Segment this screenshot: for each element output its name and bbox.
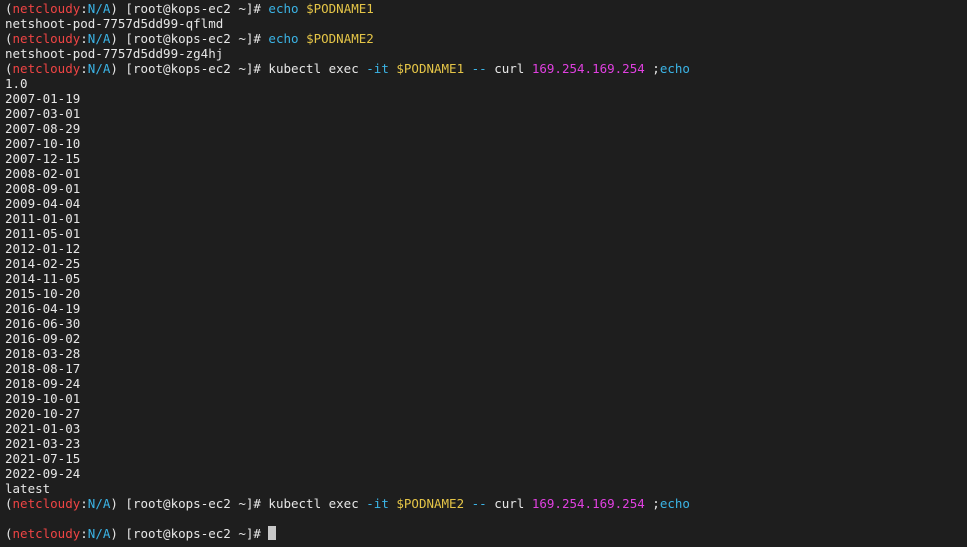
output-line: 2021-01-03	[5, 421, 81, 436]
text-cursor	[268, 526, 277, 540]
output-line: 2008-02-01	[5, 166, 81, 181]
prompt-line: (netcloudy:N/A) [root@kops-ec2 ~]# echo …	[5, 1, 962, 16]
command-token: 169.254.169.254	[531, 496, 645, 511]
command-token: echo	[659, 496, 690, 511]
prompt-line: (netcloudy:N/A) [root@kops-ec2 ~]# kubec…	[5, 496, 962, 511]
output-line: 2021-03-23	[5, 436, 81, 451]
prompt-paren: )	[110, 61, 118, 76]
command-token: $PODNAME2	[396, 496, 465, 511]
output-line: netshoot-pod-7757d5dd99-qflmd	[5, 16, 224, 31]
prompt-line: (netcloudy:N/A) [root@kops-ec2 ~]# echo …	[5, 31, 962, 46]
prompt-paren: (	[5, 526, 13, 541]
output-line: 2012-01-12	[5, 241, 81, 256]
output-line: 2008-09-01	[5, 181, 81, 196]
prompt-user-host: [root@kops-ec2 ~]#	[117, 526, 269, 541]
prompt-user-host: [root@kops-ec2 ~]#	[117, 496, 269, 511]
output-line: 2011-05-01	[5, 226, 81, 241]
command-token: 169.254.169.254	[531, 61, 645, 76]
output-line: 2018-08-17	[5, 361, 81, 376]
output-line: 2016-09-02	[5, 331, 81, 346]
output-line: 2007-10-10	[5, 136, 81, 151]
prompt-line: (netcloudy:N/A) [root@kops-ec2 ~]# kubec…	[5, 61, 962, 76]
prompt-colon: :	[80, 526, 88, 541]
prompt-namespace: N/A	[87, 61, 111, 76]
output-line: 2014-02-25	[5, 256, 81, 271]
prompt-context: netcloudy	[12, 496, 81, 511]
command-token: ;	[644, 496, 660, 511]
output-line: 2007-08-29	[5, 121, 81, 136]
output-line: netshoot-pod-7757d5dd99-zg4hj	[5, 46, 224, 61]
prompt-line: (netcloudy:N/A) [root@kops-ec2 ~]#	[5, 526, 962, 541]
command-token: $PODNAME1	[396, 61, 465, 76]
output-line: 2011-01-01	[5, 211, 81, 226]
output-line: 2009-04-04	[5, 196, 81, 211]
prompt-context: netcloudy	[12, 526, 81, 541]
output-line: 2014-11-05	[5, 271, 81, 286]
prompt-user-host: [root@kops-ec2 ~]#	[117, 1, 269, 16]
prompt-paren: (	[5, 61, 13, 76]
output-line: 2021-07-15	[5, 451, 81, 466]
output-line: 2015-10-20	[5, 286, 81, 301]
command-token: --	[464, 61, 495, 76]
command-token: -it	[366, 496, 397, 511]
command-token: $PODNAME1	[306, 1, 374, 16]
command-token: echo	[268, 1, 307, 16]
prompt-colon: :	[80, 31, 88, 46]
prompt-namespace: N/A	[87, 526, 111, 541]
output-line: 2016-04-19	[5, 301, 81, 316]
command-token: kubectl exec	[268, 496, 367, 511]
prompt-context: netcloudy	[12, 61, 81, 76]
command-token: ;	[644, 61, 660, 76]
prompt-user-host: [root@kops-ec2 ~]#	[117, 31, 269, 46]
output-line: 2018-03-28	[5, 346, 81, 361]
prompt-user-host: [root@kops-ec2 ~]#	[117, 61, 269, 76]
output-line: 2007-12-15	[5, 151, 81, 166]
output-line: 2007-01-19	[5, 91, 81, 106]
prompt-colon: :	[80, 496, 88, 511]
terminal-window[interactable]: (netcloudy:N/A) [root@kops-ec2 ~]# echo …	[0, 0, 967, 547]
prompt-paren: )	[110, 31, 118, 46]
command-token: -it	[366, 61, 397, 76]
prompt-context: netcloudy	[12, 31, 81, 46]
command-token: echo	[659, 61, 690, 76]
command-token: echo	[268, 31, 307, 46]
prompt-colon: :	[80, 1, 88, 16]
prompt-paren: )	[110, 496, 118, 511]
prompt-context: netcloudy	[12, 1, 81, 16]
output-line: 2022-09-24	[5, 466, 81, 481]
output-line: 2007-03-01	[5, 106, 81, 121]
prompt-namespace: N/A	[87, 31, 111, 46]
command-token: curl	[494, 61, 532, 76]
command-token: curl	[494, 496, 532, 511]
command-token: kubectl exec	[268, 61, 367, 76]
prompt-namespace: N/A	[87, 496, 111, 511]
command-token: --	[464, 496, 495, 511]
prompt-paren: )	[110, 526, 118, 541]
output-line: 2019-10-01	[5, 391, 81, 406]
prompt-colon: :	[80, 61, 88, 76]
output-line: latest	[5, 481, 51, 496]
prompt-paren: (	[5, 496, 13, 511]
output-line: 1.0	[5, 76, 28, 91]
output-line: 2018-09-24	[5, 376, 81, 391]
output-line: 2020-10-27	[5, 406, 81, 421]
prompt-paren: (	[5, 31, 13, 46]
output-line: 2016-06-30	[5, 316, 81, 331]
prompt-paren: (	[5, 1, 13, 16]
prompt-namespace: N/A	[87, 1, 111, 16]
prompt-paren: )	[110, 1, 118, 16]
command-token: $PODNAME2	[306, 31, 374, 46]
